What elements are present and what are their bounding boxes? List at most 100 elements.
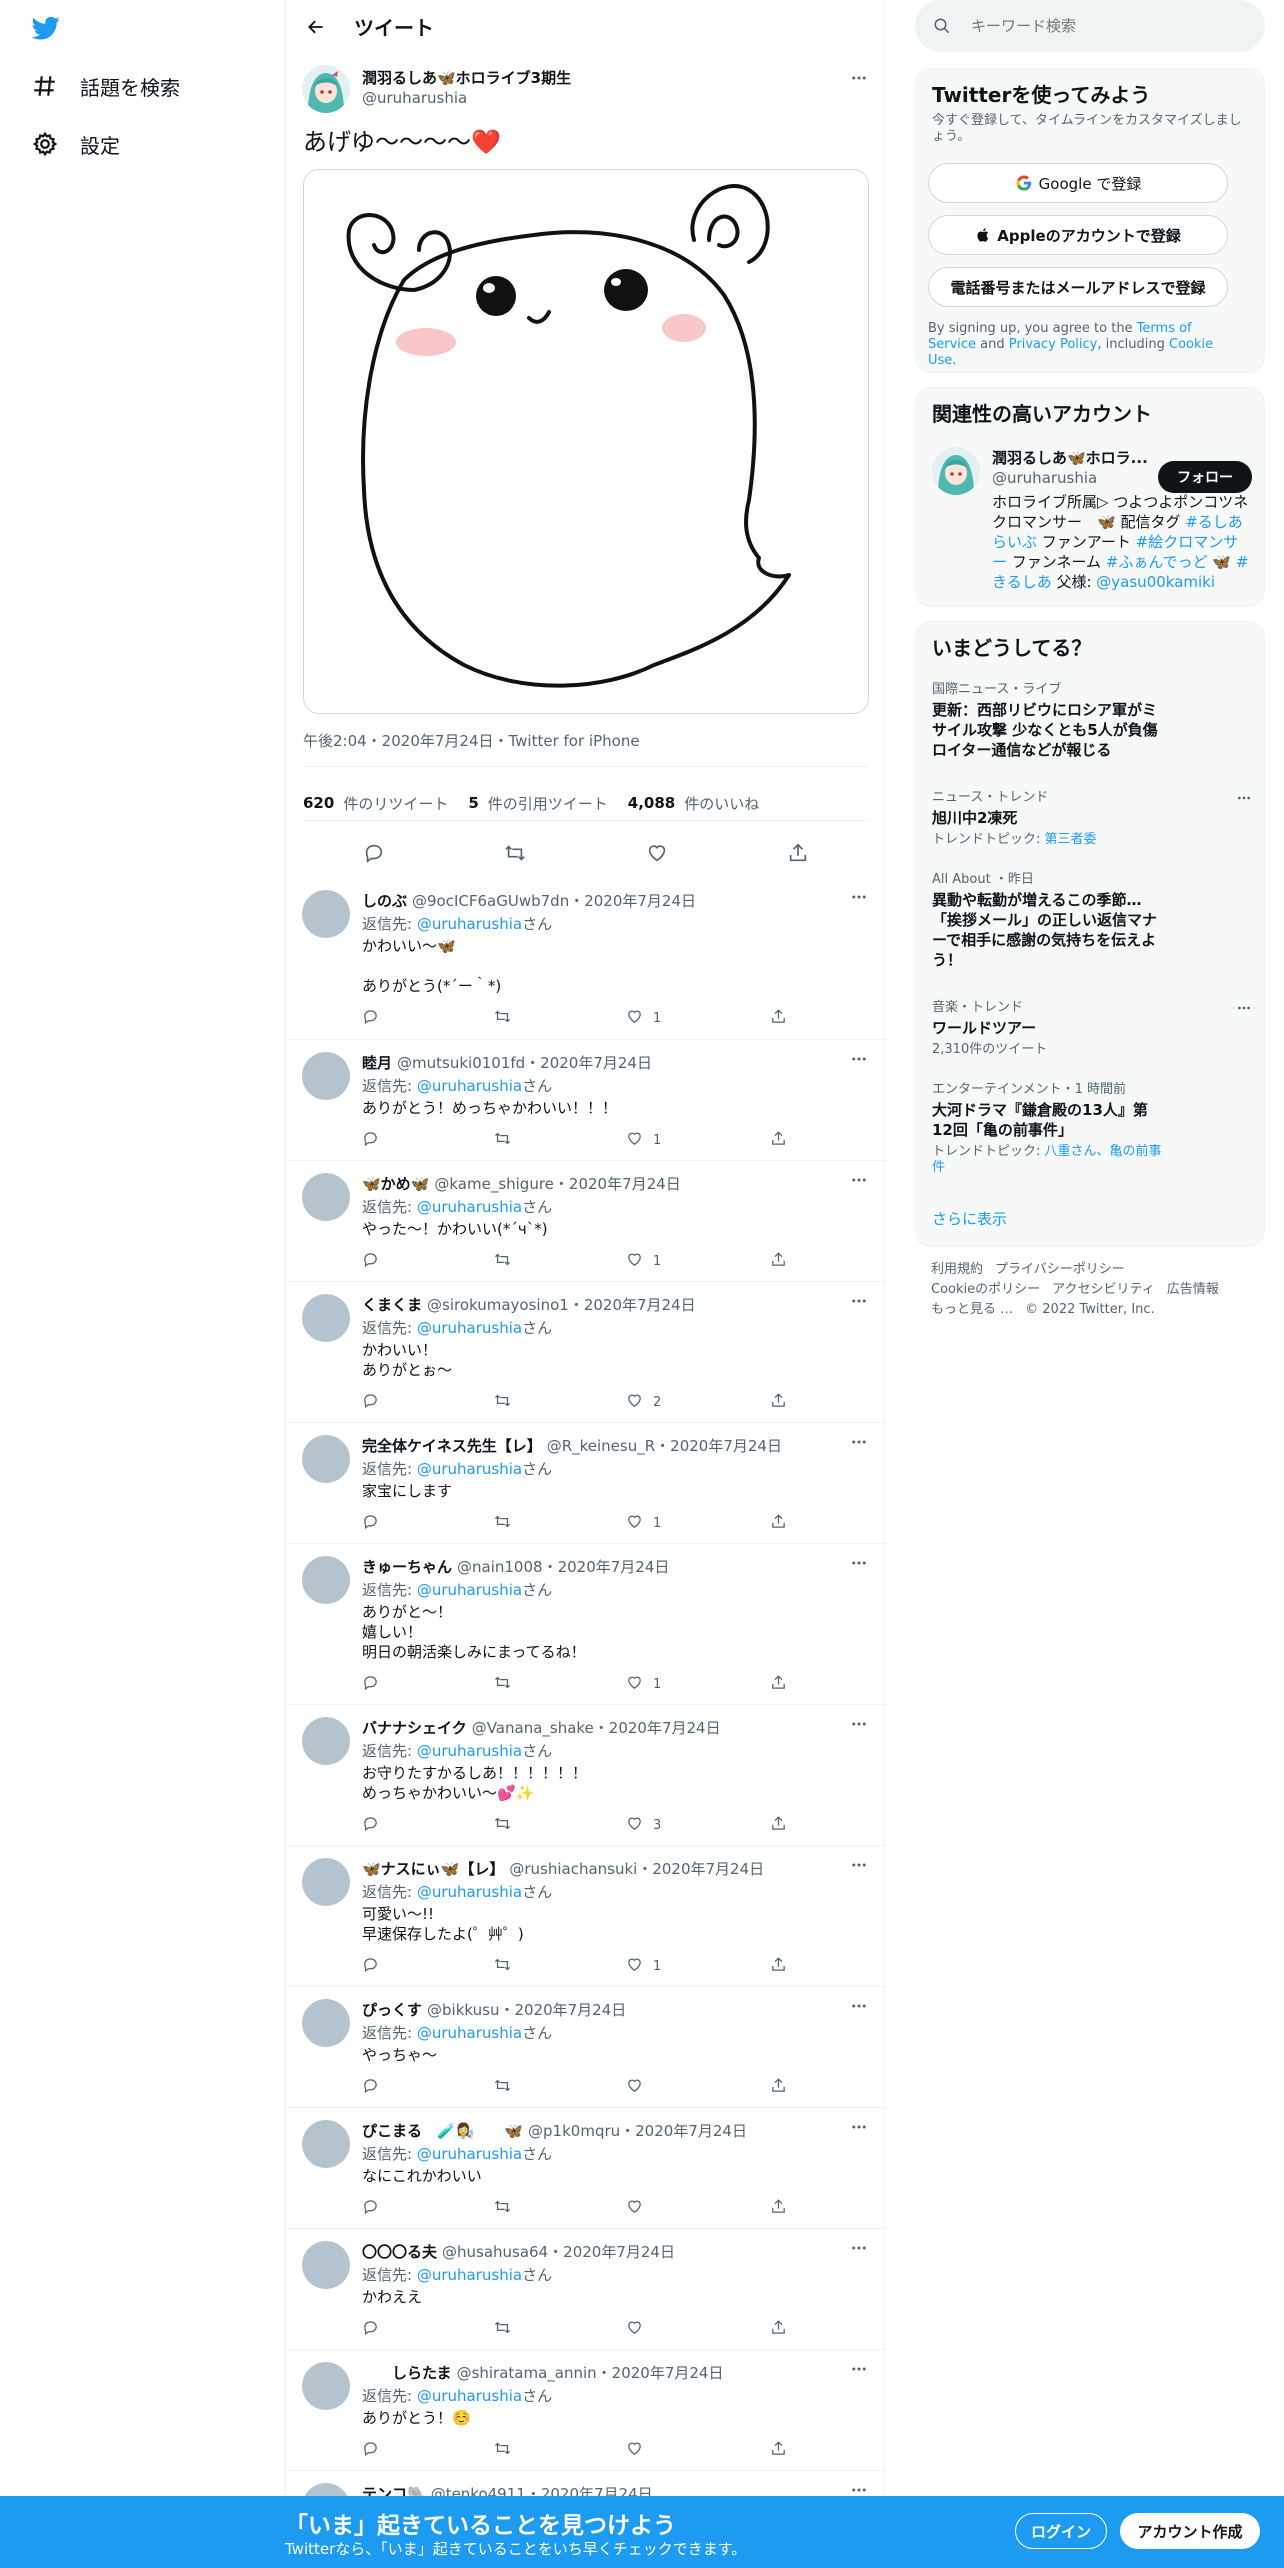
trend-item[interactable]: ニュース・トレンド 旭川中2凍死 トレンドトピック: 第三者委 [932, 790, 1252, 848]
bio-hashtag[interactable]: #ふぁんでっど [1106, 553, 1208, 571]
google-signup-button[interactable]: Google で登録 [928, 163, 1228, 203]
reply-author-handle[interactable]: @Vanana_shake [472, 1719, 594, 1737]
reply-to-mention[interactable]: @uruharushia [417, 1883, 522, 1901]
footer-more-link[interactable]: もっと見る … [931, 1302, 1013, 1317]
share-button[interactable] [770, 1513, 787, 1534]
nav-explore[interactable]: 話題を検索 [30, 66, 180, 106]
reply-tweet[interactable]: くまくま @sirokumayosino1・2020年7月24日 返信先: @uru… [286, 1282, 886, 1423]
reply-tweet[interactable]: きゅーちゃん @nain1008・2020年7月24日 返信先: @uruharus… [286, 1544, 886, 1705]
reply-date[interactable]: ・2020年7月24日 [554, 1175, 681, 1193]
trend-item[interactable]: 音楽・トレンド ワールドツアー 2,310件のツイート [932, 1000, 1252, 1058]
more-options-button[interactable] [844, 1046, 874, 1076]
reply-author-handle[interactable]: @nain1008 [457, 1558, 543, 1576]
reply-tweet[interactable]: バナナシェイク @Vanana_shake・2020年7月24日 返信先: @uru… [286, 1705, 886, 1846]
reply-to-mention[interactable]: @uruharushia [417, 1319, 522, 1337]
footer-cookie-link[interactable]: Cookieのポリシー [931, 1282, 1040, 1297]
reply-button[interactable] [362, 2077, 379, 2098]
reply-author-name[interactable]: 睦月 [362, 1054, 392, 1072]
retweet-button[interactable] [494, 1251, 511, 1272]
reply-button[interactable] [362, 1956, 379, 1977]
like-count-label[interactable]: 件のいいね [684, 793, 759, 814]
trend-topic-link[interactable]: 第三者委 [1045, 832, 1097, 847]
reply-author-handle[interactable]: @sirokumayosino1 [427, 1296, 569, 1314]
reply-button[interactable] [362, 1251, 379, 1272]
reply-author-handle[interactable]: @husahusa64 [442, 2243, 548, 2261]
reply-to-mention[interactable]: @uruharushia [417, 915, 522, 933]
related-name[interactable]: 潤羽るしあ🦋ホロラ... [992, 447, 1152, 468]
reply-button[interactable] [362, 1513, 379, 1534]
reply-date[interactable]: ・2020年7月24日 [569, 892, 696, 910]
more-options-button[interactable] [844, 884, 874, 914]
like-button[interactable] [626, 2077, 653, 2098]
reply-author-name[interactable]: くまくま [362, 1296, 422, 1314]
reply-author-name[interactable]: ぴこまる 🧪👩‍🔬 🦋 [362, 2122, 523, 2140]
reply-date[interactable]: ・2020年7月24日 [594, 1719, 721, 1737]
reply-author-name[interactable]: しのぶ [362, 892, 407, 910]
retweet-count[interactable]: 620 [303, 794, 334, 812]
trend-item[interactable]: All About ・昨日 異動や転勤が増えるこの季節…「挨拶メール」の正しい返信… [932, 872, 1252, 970]
reply-button[interactable] [362, 1130, 379, 1151]
reply-button[interactable] [362, 1392, 379, 1413]
share-button[interactable] [770, 1251, 787, 1272]
reply-author-name[interactable]: バナナシェイク [362, 1719, 467, 1737]
reply-date[interactable]: ・2020年7月24日 [569, 1296, 696, 1314]
reply-author-name[interactable]: 完全体ケイネス先生【レ】 [362, 1437, 542, 1455]
reply-tweet[interactable]: 〇〇〇る夫 @husahusa64・2020年7月24日 返信先: @uruharu… [286, 2229, 886, 2350]
reply-button[interactable] [362, 2440, 379, 2461]
more-options-button[interactable] [1236, 1000, 1252, 1020]
like-button[interactable]: 1 [626, 1674, 661, 1695]
reply-tweet[interactable]: しのぶ @9ocICF6aGUwb7dn・2020年7月24日 返信先: @uruh… [286, 878, 886, 1040]
related-handle[interactable]: @uruharushia [992, 469, 1097, 487]
share-button[interactable] [770, 1008, 787, 1029]
main-tweet-name[interactable]: 潤羽るしあ🦋ホロライブ3期生 [362, 67, 571, 88]
more-options-button[interactable] [844, 65, 874, 95]
like-button[interactable]: 1 [626, 1251, 661, 1272]
apple-signup-button[interactable]: Appleのアカウントで登録 [928, 215, 1228, 255]
share-button[interactable] [770, 1956, 787, 1977]
avatar[interactable] [302, 1435, 350, 1483]
like-button[interactable] [626, 2319, 653, 2340]
reply-date[interactable]: ・2020年7月24日 [499, 2001, 626, 2019]
footer-accessibility-link[interactable]: アクセシビリティ [1052, 1282, 1155, 1297]
tweet-image[interactable] [303, 169, 869, 714]
more-options-button[interactable] [844, 1993, 874, 2023]
reply-author-name[interactable]: ぴっくす [362, 2001, 422, 2019]
retweet-button[interactable] [494, 2077, 511, 2098]
retweet-count-label[interactable]: 件のリツイート [343, 793, 448, 814]
reply-to-mention[interactable]: @uruharushia [417, 1581, 522, 1599]
avatar[interactable] [302, 1173, 350, 1221]
reply-author-handle[interactable]: @bikkusu [427, 2001, 499, 2019]
reply-tweet[interactable]: 🦋かめ🦋 @kame_shigure・2020年7月24日 返信先: @uruhar… [286, 1161, 886, 1282]
avatar[interactable] [302, 2241, 350, 2289]
retweet-button[interactable] [494, 1513, 511, 1534]
avatar[interactable] [302, 2362, 350, 2410]
reply-date[interactable]: ・2020年7月24日 [597, 2364, 724, 2382]
search-input[interactable] [971, 17, 1251, 35]
more-options-button[interactable] [844, 1429, 874, 1459]
reply-button[interactable] [362, 1008, 379, 1029]
like-button[interactable]: 1 [626, 1130, 661, 1151]
retweet-button[interactable] [494, 1392, 511, 1413]
reply-author-handle[interactable]: @rushiachansuki [509, 1860, 637, 1878]
retweet-button[interactable] [494, 2198, 511, 2219]
share-button[interactable] [770, 1392, 787, 1413]
reply-to-mention[interactable]: @uruharushia [417, 2024, 522, 2042]
retweet-button[interactable] [494, 1130, 511, 1151]
retweet-button[interactable] [494, 2440, 511, 2461]
search-bar[interactable] [915, 0, 1265, 52]
avatar[interactable] [302, 1858, 350, 1906]
avatar[interactable] [302, 65, 350, 113]
more-options-button[interactable] [844, 1852, 874, 1882]
follow-button[interactable]: フォロー [1158, 461, 1252, 493]
retweet-button[interactable] [494, 1815, 511, 1836]
like-button[interactable] [639, 837, 675, 873]
like-button[interactable]: 1 [626, 1513, 661, 1534]
reply-to-mention[interactable]: @uruharushia [417, 1460, 522, 1478]
quote-count[interactable]: 5 [468, 794, 478, 812]
avatar[interactable] [302, 1717, 350, 1765]
reply-date[interactable]: ・2020年7月24日 [548, 2243, 675, 2261]
phone-email-signup-button[interactable]: 電話番号またはメールアドレスで登録 [928, 267, 1228, 307]
footer-terms-link[interactable]: 利用規約 [931, 1262, 983, 1277]
reply-tweet[interactable]: ぴこまる 🧪👩‍🔬 🦋 @p1k0mqru・2020年7月24日 返信先: @uru… [286, 2108, 886, 2229]
avatar[interactable] [302, 890, 350, 938]
